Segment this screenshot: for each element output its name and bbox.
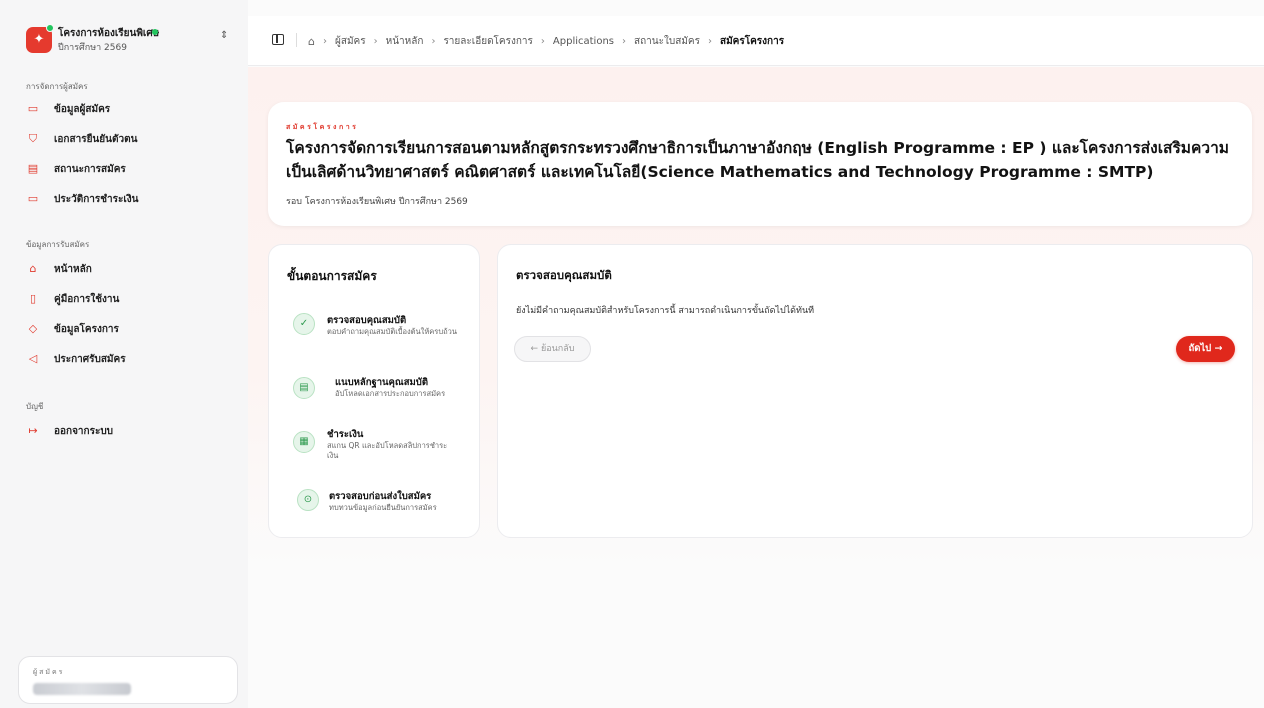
- breadcrumb-item[interactable]: หน้าหลัก: [386, 34, 424, 49]
- sidebar-item-payment-history[interactable]: ▭ ประวัติการชำระเงิน: [26, 190, 236, 210]
- step-title: ชำระเงิน: [327, 429, 364, 440]
- sidebar-item-project-info[interactable]: ◇ ข้อมูลโครงการ: [26, 320, 236, 340]
- user-card[interactable]: ผู้สมัคร: [18, 656, 238, 704]
- step-title: แนบหลักฐานคุณสมบัติ: [335, 377, 428, 388]
- user-name-redacted: [33, 683, 131, 695]
- breadcrumb-item[interactable]: รายละเอียดโครงการ: [443, 34, 532, 49]
- next-button[interactable]: ถัดไป →: [1176, 336, 1235, 362]
- sidebar-item-label: ข้อมูลผู้สมัคร: [54, 104, 111, 115]
- credit-card-icon: ▭: [27, 192, 39, 205]
- steps-title: ขั้นตอนการสมัคร: [287, 269, 377, 283]
- top-bar: ⌂ › ผู้สมัคร › หน้าหลัก › รายละเอียดโครง…: [248, 16, 1264, 66]
- back-button[interactable]: ← ย้อนกลับ: [514, 336, 591, 362]
- sidebar-item-label: เอกสารยืนยันตัวตน: [54, 134, 138, 145]
- sidebar-item-applicant-info[interactable]: ▭ ข้อมูลผู้สมัคร: [26, 100, 236, 120]
- breadcrumb: ⌂ › ผู้สมัคร › หน้าหลัก › รายละเอียดโครง…: [308, 34, 784, 49]
- chevron-right-icon: ›: [622, 36, 627, 47]
- megaphone-icon: ◁: [28, 352, 38, 365]
- step-desc: ตอบคำถามคุณสมบัติเบื้องต้นให้ครบถ้วน: [327, 327, 457, 336]
- sidebar-item-label: คู่มือการใช้งาน: [54, 294, 120, 305]
- qr-code-icon: ▦: [293, 431, 315, 453]
- chevron-right-icon: ›: [540, 36, 545, 47]
- sidebar-item-label: ประกาศรับสมัคร: [54, 354, 126, 365]
- step-item-qualification[interactable]: ✓ ตรวจสอบคุณสมบัติ ตอบคำถามคุณสมบัติเบื้…: [289, 309, 469, 353]
- org-year: ปีการศึกษา 2569: [58, 43, 127, 53]
- sidebar-item-label: สถานะการสมัคร: [54, 164, 126, 175]
- step-item-payment[interactable]: ▦ ชำระเงิน สแกน QR และอัปโหลดสลิปการชำระ…: [289, 425, 469, 469]
- chevron-right-icon: ›: [707, 36, 712, 47]
- step-title: ตรวจสอบคุณสมบัติ: [327, 315, 407, 326]
- sidebar-item-label: ประวัติการชำระเงิน: [54, 194, 139, 205]
- project-title: โครงการจัดการเรียนการสอนตามหลักสูตรกระทร…: [286, 139, 1229, 181]
- step-desc: สแกน QR และอัปโหลดสลิปการชำระเงิน: [327, 441, 448, 460]
- group-title-applicant: การจัดการผู้สมัคร: [26, 82, 88, 91]
- group-title-admission: ข้อมูลการรับสมัคร: [26, 240, 90, 249]
- org-name: โครงการห้องเรียนพิเศษ: [58, 28, 160, 39]
- sidebar-item-manual[interactable]: ▯ คู่มือการใช้งาน: [26, 290, 236, 310]
- sidebar-item-label: หน้าหลัก: [54, 264, 92, 275]
- shield-icon: ⛉: [28, 132, 38, 145]
- arrow-left-icon: ←: [530, 344, 539, 354]
- sidebar-item-announcement[interactable]: ◁ ประกาศรับสมัคร: [26, 350, 236, 370]
- next-button-label: ถัดไป: [1188, 343, 1212, 354]
- chevron-right-icon: ›: [431, 36, 436, 47]
- page-kicker: สมัครโครงการ: [286, 123, 359, 131]
- logout-icon: ↦: [28, 424, 38, 437]
- sidebar-item-identity-docs[interactable]: ⛉ เอกสารยืนยันตัวตน: [26, 130, 236, 150]
- status-dot: [152, 29, 158, 35]
- arrow-right-icon: →: [1214, 343, 1223, 354]
- step-item-documents[interactable]: ▤ แนบหลักฐานคุณสมบัติ อัปโหลดเอกสารประกอ…: [289, 371, 469, 415]
- home-icon[interactable]: ⌂: [308, 35, 315, 48]
- chevron-right-icon: ›: [322, 36, 327, 47]
- toggle-sidebar-icon[interactable]: [272, 34, 284, 45]
- step-desc: อัปโหลดเอกสารประกอบการสมัคร: [335, 389, 446, 398]
- clipboard-icon: ▤: [27, 162, 39, 175]
- step-item-review[interactable]: ⊙ ตรวจสอบก่อนส่งใบสมัคร ทบทวนข้อมูลก่อนย…: [289, 487, 469, 531]
- sidebar-item-application-status[interactable]: ▤ สถานะการสมัคร: [26, 160, 236, 180]
- sidebar-item-logout[interactable]: ↦ ออกจากระบบ: [26, 422, 236, 442]
- clipboard-check-icon: ✓: [293, 313, 315, 335]
- back-button-label: ย้อนกลับ: [540, 344, 575, 354]
- online-dot: [46, 24, 54, 32]
- id-card-icon: ▭: [27, 102, 39, 115]
- home-icon: ⌂: [29, 262, 37, 275]
- breadcrumb-item[interactable]: ผู้สมัคร: [335, 34, 366, 49]
- book-icon: ▯: [29, 292, 37, 305]
- chevron-right-icon: ›: [373, 36, 378, 47]
- graduation-cap-icon: ◇: [28, 322, 38, 335]
- round-label: รอบ โครงการห้องเรียนพิเศษ ปีการศึกษา 256…: [286, 197, 468, 207]
- sidebar-item-label: ข้อมูลโครงการ: [54, 324, 119, 335]
- step-desc: ทบทวนข้อมูลก่อนยืนยันการสมัคร: [329, 503, 437, 512]
- org-switcher[interactable]: ✦ โครงการห้องเรียนพิเศษ ปีการศึกษา 2569 …: [18, 24, 242, 56]
- breadcrumb-current: สมัครโครงการ: [719, 36, 785, 47]
- panel-title: ตรวจสอบคุณสมบัติ: [516, 268, 612, 282]
- user-role: ผู้สมัคร: [33, 668, 65, 676]
- divider: [296, 33, 297, 47]
- group-title-account: บัญชี: [26, 402, 44, 411]
- breadcrumb-item[interactable]: สถานะใบสมัคร: [634, 34, 700, 49]
- step-title: ตรวจสอบก่อนส่งใบสมัคร: [329, 491, 432, 502]
- breadcrumb-item[interactable]: Applications: [553, 36, 614, 47]
- steps-card: ขั้นตอนการสมัคร ✓ ตรวจสอบคุณสมบัติ ตอบคำ…: [268, 244, 480, 538]
- qualification-panel: ตรวจสอบคุณสมบัติ ยังไม่มีคำถามคุณสมบัติส…: [497, 244, 1253, 538]
- project-header-card: สมัครโครงการ โครงการจัดการเรียนการสอนตาม…: [268, 102, 1252, 226]
- document-icon: ▤: [293, 377, 315, 399]
- sidebar-item-home[interactable]: ⌂ หน้าหลัก: [26, 260, 236, 280]
- check-circle-icon: ⊙: [297, 489, 319, 511]
- chevron-updown-icon[interactable]: ⇕: [220, 30, 228, 41]
- sidebar-item-label: ออกจากระบบ: [54, 426, 114, 437]
- panel-message: ยังไม่มีคำถามคุณสมบัติสำหรับโครงการนี้ ส…: [516, 306, 815, 316]
- sidebar: ✦ โครงการห้องเรียนพิเศษ ปีการศึกษา 2569 …: [0, 0, 248, 708]
